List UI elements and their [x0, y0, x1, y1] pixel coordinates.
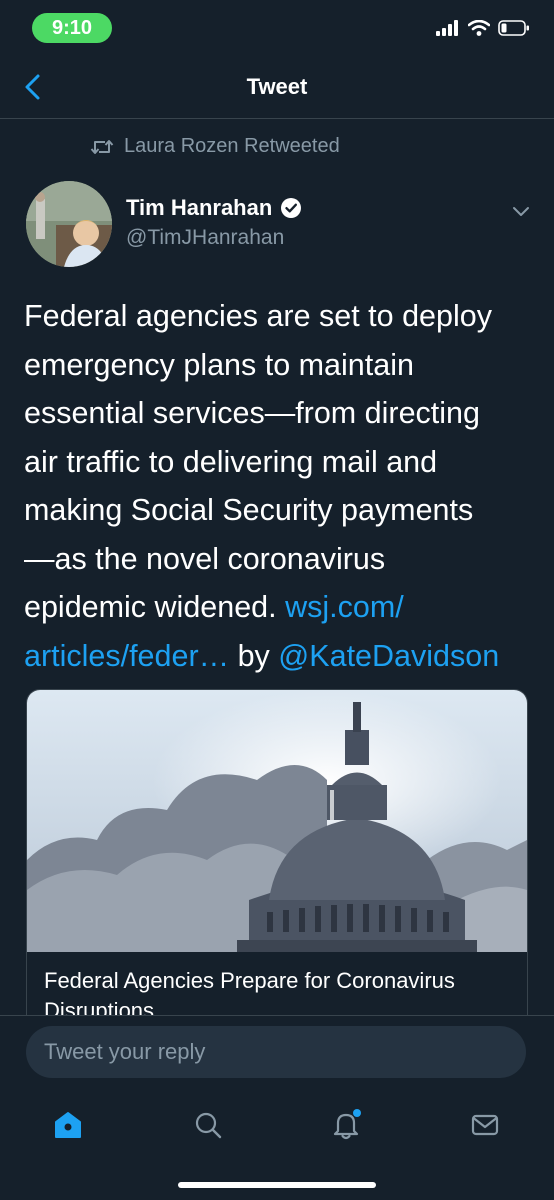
- status-time: 9:10: [32, 13, 112, 43]
- card-image: [27, 690, 527, 952]
- avatar[interactable]: [26, 181, 112, 267]
- tweet-options-button[interactable]: [510, 200, 532, 222]
- tweet-text: Federal agencies are set to deploy emerg…: [24, 292, 529, 680]
- mention-link[interactable]: @KateDavidson: [278, 639, 499, 673]
- author-name-text: Tim Hanrahan: [126, 195, 273, 220]
- tweet-by-text: by: [237, 638, 270, 673]
- tab-home[interactable]: [48, 1105, 88, 1145]
- home-icon: [55, 1112, 81, 1138]
- tab-messages[interactable]: [465, 1105, 505, 1145]
- wifi-icon: [468, 20, 490, 36]
- tab-notifications[interactable]: [326, 1105, 366, 1145]
- messages-icon: [471, 1114, 499, 1136]
- verified-badge-icon: [281, 198, 302, 218]
- author-name[interactable]: Tim Hanrahan: [126, 195, 302, 221]
- tab-bar: [0, 1093, 554, 1200]
- tweet-text-line: making Social Security payments: [24, 493, 474, 527]
- tweet-text-line: emergency plans to maintain: [24, 347, 414, 382]
- link-card[interactable]: Federal Agencies Prepare for Coronavirus…: [26, 689, 528, 1031]
- status-bar: 9:10: [0, 0, 554, 56]
- tweet-text-line: —as the novel coronavirus: [24, 541, 386, 576]
- status-icons: [436, 20, 530, 36]
- home-indicator: [178, 1182, 376, 1188]
- avatar-image: [26, 181, 112, 267]
- tweet-link-continued[interactable]: articles/feder…: [24, 639, 229, 673]
- tweet-text-line: essential services—from directing: [24, 396, 480, 430]
- notifications-icon: [333, 1109, 361, 1140]
- chevron-down-icon: [513, 207, 529, 216]
- reply-bar: Tweet your reply: [0, 1015, 554, 1094]
- retweet-icon: [90, 139, 114, 154]
- tweet-link[interactable]: wsj.com/: [285, 590, 404, 624]
- battery-icon: [498, 20, 529, 36]
- nav-bar: Tweet: [0, 56, 554, 119]
- tweet-text-line: Federal agencies are set to deploy: [24, 299, 492, 333]
- tweet-text-line: air traffic to delivering mail and: [24, 444, 438, 479]
- tab-search[interactable]: [188, 1105, 228, 1145]
- retweet-text: Laura Rozen Retweeted: [124, 135, 340, 157]
- search-icon: [195, 1112, 222, 1139]
- signal-icon: [436, 20, 458, 36]
- author-handle[interactable]: @TimJHanrahan: [126, 226, 284, 250]
- reply-input[interactable]: Tweet your reply: [26, 1026, 526, 1078]
- page-title: Tweet: [246, 74, 308, 99]
- tweet-text-line: epidemic widened.: [24, 590, 277, 624]
- retweet-indicator[interactable]: Laura Rozen Retweeted: [90, 135, 340, 158]
